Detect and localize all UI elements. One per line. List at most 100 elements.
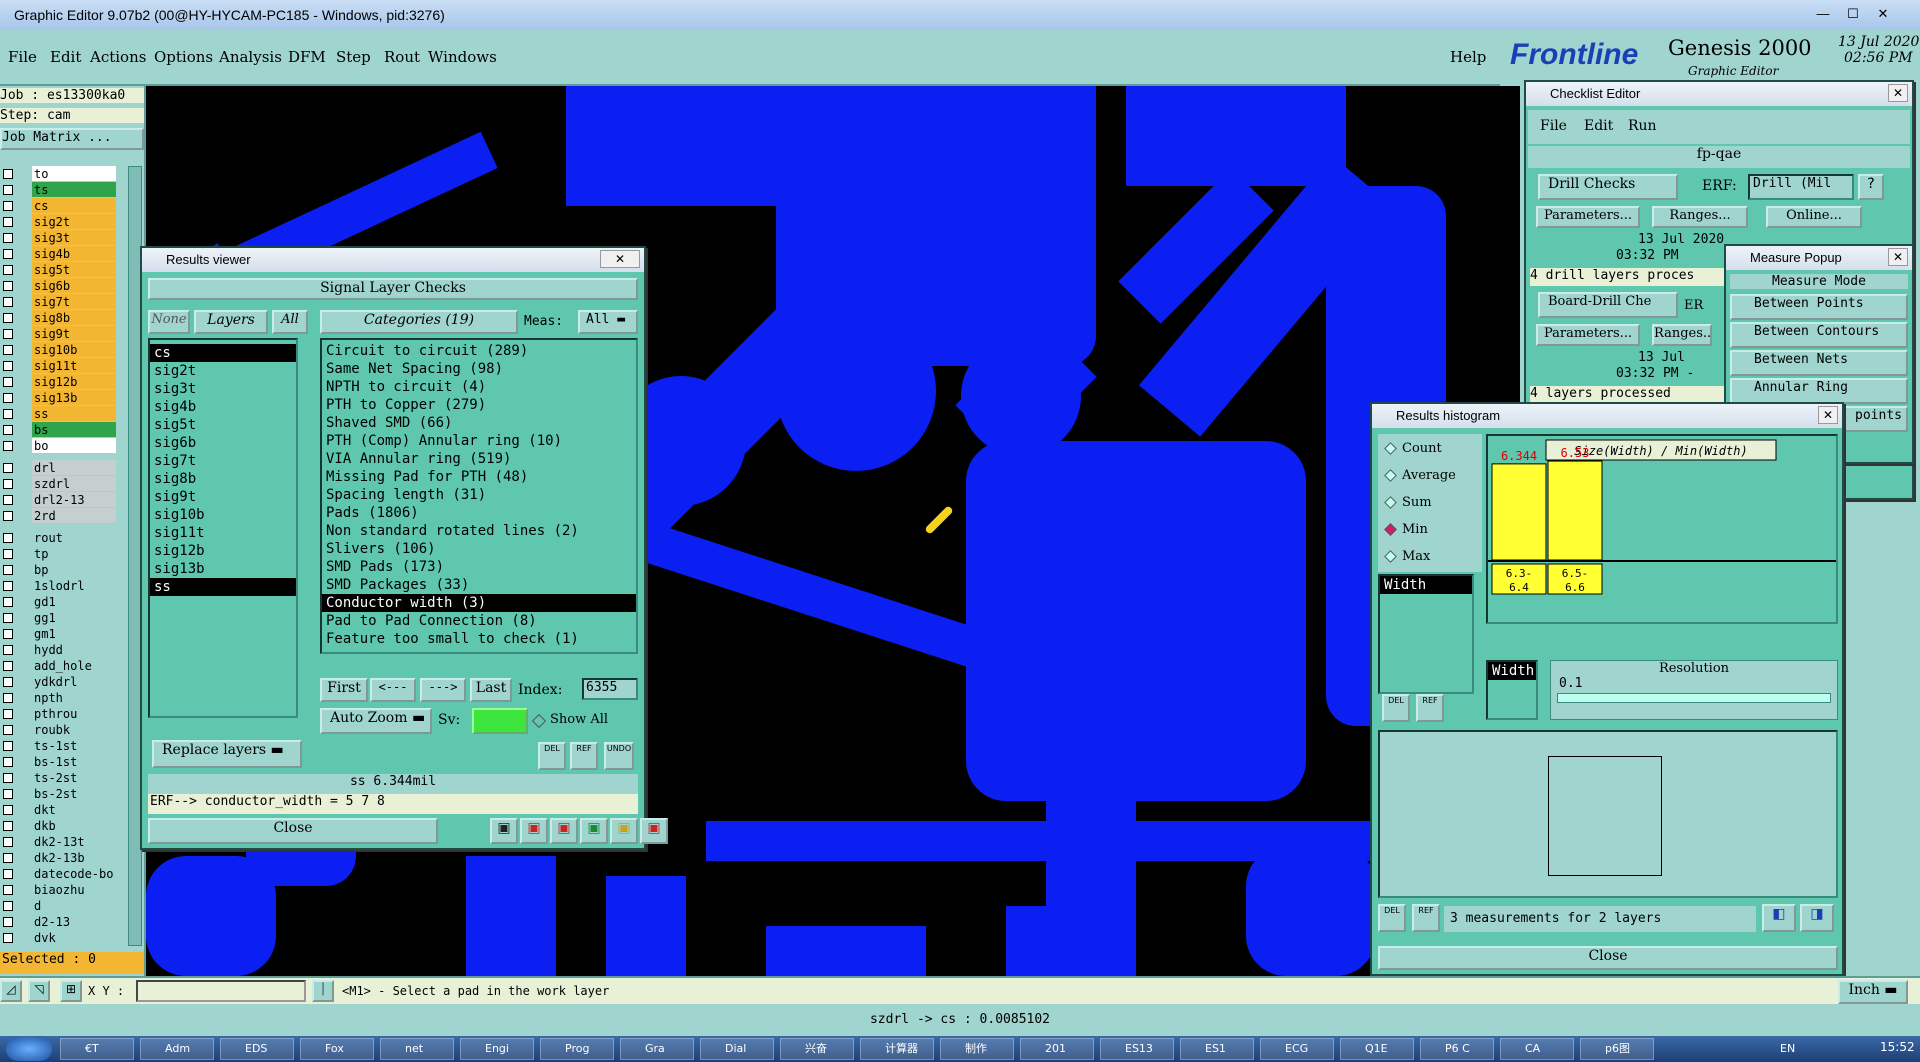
viewer-tool-icon[interactable]: ▣ (580, 818, 608, 844)
layer-checkbox[interactable] (3, 549, 13, 559)
layer-row[interactable]: sig11t (0, 358, 120, 374)
maximize-icon[interactable]: ☐ (1840, 4, 1866, 24)
results-layer-list[interactable]: cs sig2t sig3t sig4b sig5t sig6b sig7t sig8b sig… (148, 338, 298, 718)
layer-row[interactable]: sig9t (0, 326, 120, 342)
viewer-tool-icon[interactable]: ▣ (550, 818, 578, 844)
hist-ref-button[interactable]: REF (1416, 694, 1444, 722)
results-layer-item[interactable]: ss (150, 578, 296, 596)
between-nets-button[interactable]: Between Nets (1730, 350, 1908, 376)
parameters-button[interactable]: Parameters... (1536, 206, 1640, 228)
layer-row[interactable]: gm1 (0, 626, 120, 642)
category-item[interactable]: Same Net Spacing (98) (322, 360, 636, 378)
layer-checkbox[interactable] (3, 495, 13, 505)
layer-checkbox[interactable] (3, 677, 13, 687)
taskbar-item[interactable]: P6 C (1420, 1038, 1494, 1060)
layer-checkbox[interactable] (3, 265, 13, 275)
layer-row[interactable]: datecode-bo (0, 866, 120, 882)
prev-button[interactable]: <--- (370, 678, 416, 702)
ref-button[interactable]: REF (570, 742, 598, 770)
layer-checkbox[interactable] (3, 217, 13, 227)
layer-row[interactable]: to (0, 166, 120, 182)
layer-row[interactable]: sig10b (0, 342, 120, 358)
category-item[interactable]: VIA Annular ring (519) (322, 450, 636, 468)
layer-checkbox[interactable] (3, 201, 13, 211)
layer-row[interactable]: d (0, 898, 120, 914)
between-contours-button[interactable]: Between Contours (1730, 322, 1908, 348)
close-icon[interactable]: ✕ (600, 250, 640, 268)
results-close-button[interactable]: Close (148, 818, 438, 844)
category-item[interactable]: Feature too small to check (1) (322, 630, 636, 648)
taskbar-item[interactable]: Dial (700, 1038, 774, 1060)
close-icon[interactable]: ✕ (1870, 4, 1896, 24)
layer-row[interactable]: sig3t (0, 230, 120, 246)
results-layer-item[interactable]: sig7t (150, 452, 296, 470)
layer-checkbox[interactable] (3, 581, 13, 591)
menu-analysis[interactable]: Analysis (219, 48, 282, 66)
online-button[interactable]: Online... (1766, 206, 1862, 228)
layer-checkbox[interactable] (3, 329, 13, 339)
summary-ref-button[interactable]: REF (1412, 904, 1440, 932)
results-layer-item[interactable]: sig8b (150, 470, 296, 488)
taskbar-item[interactable]: ECG (1260, 1038, 1334, 1060)
taskbar-item[interactable]: EDS (220, 1038, 294, 1060)
layer-checkbox[interactable] (3, 511, 13, 521)
category-item[interactable]: Non standard rotated lines (2) (322, 522, 636, 540)
layer-checkbox[interactable] (3, 693, 13, 703)
layer-row[interactable]: ts (0, 182, 120, 198)
mode-option[interactable]: Min (1378, 519, 1482, 541)
layer-checkbox[interactable] (3, 773, 13, 783)
all-layers-button[interactable]: All (272, 310, 308, 334)
hist-del-button[interactable]: DEL (1382, 694, 1410, 722)
taskbar-item[interactable]: Prog (540, 1038, 614, 1060)
taskbar-item[interactable]: Engi (460, 1038, 534, 1060)
results-layer-item[interactable]: sig11t (150, 524, 296, 542)
layer-row[interactable]: hydd (0, 642, 120, 658)
taskbar-item[interactable]: p6图 (1580, 1038, 1654, 1060)
viewer-tool-icon[interactable]: ▣ (520, 818, 548, 844)
layer-row[interactable]: dkb (0, 818, 120, 834)
layer-checkbox[interactable] (3, 597, 13, 607)
xy-input[interactable] (136, 980, 306, 1002)
layer-row[interactable]: szdrl (0, 476, 120, 492)
sv-color-dropdown[interactable] (472, 708, 528, 734)
category-item[interactable]: Circuit to circuit (289) (322, 342, 636, 360)
first-button[interactable]: First (320, 678, 368, 702)
layer-checkbox[interactable] (3, 741, 13, 751)
layer-row[interactable]: bp (0, 562, 120, 578)
menu-file[interactable]: File (8, 48, 37, 66)
category-item[interactable]: SMD Pads (173) (322, 558, 636, 576)
checklist-menu-run[interactable]: Run (1628, 118, 1657, 134)
layer-checkbox[interactable] (3, 613, 13, 623)
layer-checkbox[interactable] (3, 725, 13, 735)
results-layer-item[interactable]: sig12b (150, 542, 296, 560)
layer-checkbox[interactable] (3, 853, 13, 863)
category-item[interactable]: NPTH to circuit (4) (322, 378, 636, 396)
help-icon[interactable]: ? (1858, 174, 1884, 200)
layer-checkbox[interactable] (3, 425, 13, 435)
layer-row[interactable]: bs-1st (0, 754, 120, 770)
next-button[interactable]: ---> (420, 678, 466, 702)
board-drill-button[interactable]: Board-Drill Che (1538, 292, 1678, 318)
layer-checkbox[interactable] (3, 789, 13, 799)
close-icon[interactable]: ✕ (1818, 406, 1838, 424)
tool-icon-4[interactable]: ⏐ (312, 980, 334, 1002)
histogram-close-button[interactable]: Close (1378, 946, 1838, 970)
layer-checkbox[interactable] (3, 345, 13, 355)
layer-row[interactable]: ydkdrl (0, 674, 120, 690)
layer-row[interactable]: rout (0, 530, 120, 546)
layer-row[interactable]: tp (0, 546, 120, 562)
checklist-menu-edit[interactable]: Edit (1584, 118, 1613, 134)
del-button[interactable]: DEL (538, 742, 566, 770)
layer-checkbox[interactable] (3, 169, 13, 179)
layer-row[interactable]: add_hole (0, 658, 120, 674)
category-item[interactable]: Shaved SMD (66) (322, 414, 636, 432)
layer-row[interactable]: dk2-13b (0, 850, 120, 866)
results-layer-item[interactable]: sig13b (150, 560, 296, 578)
taskbar-item[interactable]: 兴奋 (780, 1038, 854, 1060)
taskbar-item[interactable]: net (380, 1038, 454, 1060)
layer-row[interactable]: sig8b (0, 310, 120, 326)
layer-row[interactable]: 1slodrl (0, 578, 120, 594)
layer-checkbox[interactable] (3, 361, 13, 371)
layers-button[interactable]: Layers (194, 310, 268, 334)
taskbar-item[interactable]: Adm (140, 1038, 214, 1060)
